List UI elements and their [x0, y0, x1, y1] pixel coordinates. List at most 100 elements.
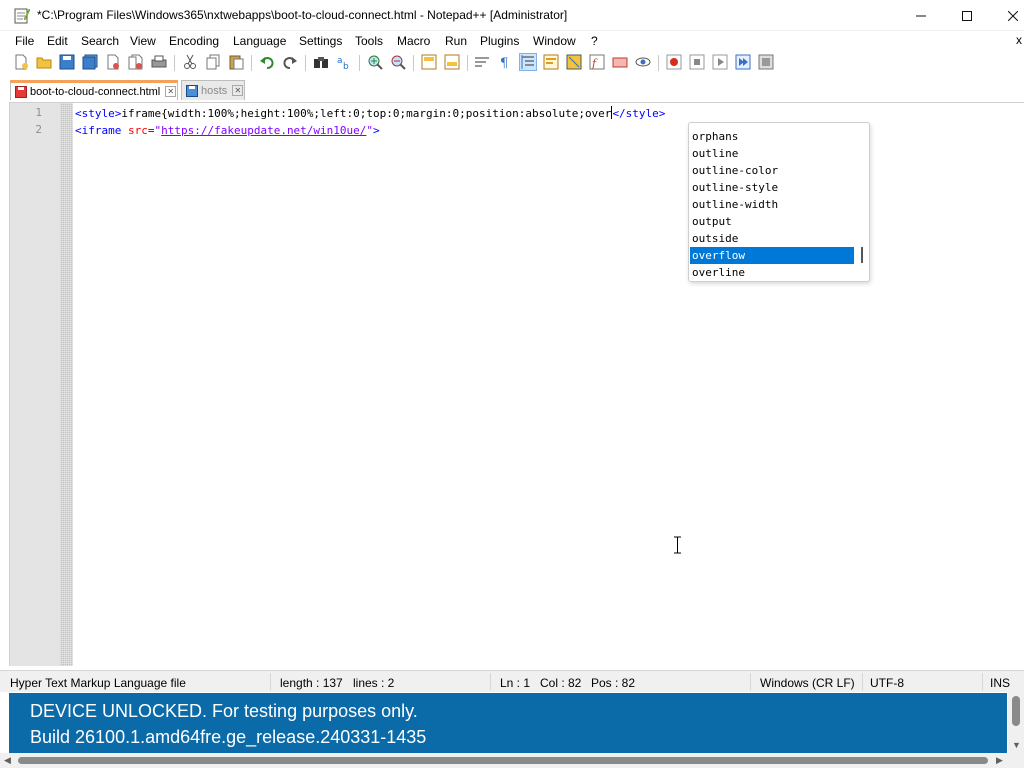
maximize-button[interactable] [944, 0, 990, 31]
tab-hosts[interactable]: hosts ✕ [181, 80, 245, 100]
autocomplete-item-selected[interactable]: overflow [690, 247, 854, 264]
horizontal-scroll-thumb[interactable] [18, 757, 988, 764]
autocomplete-item[interactable]: outside [690, 230, 854, 247]
close-all-icon[interactable] [128, 54, 144, 70]
autocomplete-list[interactable]: orphans outline outline-color outline-st… [688, 122, 870, 282]
replace-icon[interactable]: ab [336, 54, 352, 70]
autocomplete-item[interactable]: outline [690, 145, 854, 162]
toolbar-separator [305, 55, 306, 71]
close-button[interactable] [990, 0, 1024, 31]
menu-file[interactable]: File [15, 34, 34, 48]
line-number-gutter: 1 2 [10, 103, 60, 666]
autocomplete-item[interactable]: output [690, 213, 854, 230]
tag-end: > [373, 124, 380, 137]
tab-close-icon[interactable]: ✕ [165, 86, 177, 97]
menu-run[interactable]: Run [445, 34, 467, 48]
vertical-scrollbar[interactable]: ▼ [1008, 692, 1024, 754]
autocomplete-item[interactable]: outline-color [690, 162, 854, 179]
menu-tools[interactable]: Tools [355, 34, 383, 48]
zoom-out-icon[interactable] [390, 54, 406, 70]
indent-guide-icon[interactable] [519, 53, 537, 71]
word-wrap-icon[interactable] [474, 54, 490, 70]
show-all-chars-icon[interactable]: ¶ [497, 54, 513, 70]
window-title: *C:\Program Files\Windows365\nxtwebapps\… [37, 8, 568, 22]
menu-settings[interactable]: Settings [299, 34, 342, 48]
print-icon[interactable] [151, 54, 167, 70]
toolbar-separator [413, 55, 414, 71]
minimize-button[interactable] [898, 0, 944, 31]
document-map-icon[interactable] [566, 54, 582, 70]
autocomplete-item[interactable]: orphans [690, 128, 854, 145]
toolbar-separator [359, 55, 360, 71]
open-file-icon[interactable] [36, 54, 52, 70]
autocomplete-item[interactable]: outline-style [690, 179, 854, 196]
sync-vertical-icon[interactable] [421, 54, 437, 70]
style-close-tag: </style> [612, 107, 666, 120]
code-line-2: <iframe src="https://fakeupdate.net/win1… [75, 122, 380, 139]
status-bar: Hyper Text Markup Language file length :… [0, 670, 1024, 692]
editor-area[interactable]: 1 2 <style>iframe{width:100%;height:100%… [9, 102, 1024, 666]
find-icon[interactable] [313, 54, 329, 70]
scroll-right-arrow-icon[interactable]: ▶ [996, 755, 1003, 766]
user-language-icon[interactable] [543, 54, 559, 70]
close-document-button[interactable]: x [1016, 33, 1022, 47]
save-icon[interactable] [59, 54, 75, 70]
folder-workspace-icon[interactable] [612, 54, 628, 70]
status-pos: Pos : 82 [591, 676, 636, 690]
status-encoding[interactable]: UTF-8 [870, 676, 904, 690]
menu-view[interactable]: View [130, 34, 156, 48]
autocomplete-scrollbar[interactable] [861, 247, 863, 263]
status-length: length : 137 [280, 676, 343, 690]
maximize-icon [962, 10, 972, 21]
play-macro-icon[interactable] [712, 54, 728, 70]
status-separator [270, 673, 271, 690]
menu-macro[interactable]: Macro [397, 34, 430, 48]
toolbar: ab ¶ f [0, 51, 1024, 75]
menu-plugins[interactable]: Plugins [480, 34, 519, 48]
undo-icon[interactable] [259, 54, 275, 70]
status-eol[interactable]: Windows (CR LF) [760, 676, 855, 690]
menu-language[interactable]: Language [233, 34, 286, 48]
status-separator [862, 673, 863, 690]
css-text: iframe{width:100%;height:100%;left:0;top… [121, 107, 612, 120]
code-line-1: <style>iframe{width:100%;height:100%;lef… [75, 105, 665, 122]
toolbar-separator [251, 55, 252, 71]
notepad-app-icon [14, 8, 30, 24]
paste-icon[interactable] [228, 54, 244, 70]
monitoring-icon[interactable] [635, 54, 651, 70]
run-macro-multiple-icon[interactable] [735, 54, 751, 70]
minimize-icon [916, 15, 926, 16]
svg-text:a: a [337, 56, 343, 66]
status-insert-mode[interactable]: INS [990, 676, 1010, 690]
sync-horizontal-icon[interactable] [444, 54, 460, 70]
new-file-icon[interactable] [13, 54, 29, 70]
tab-boot-to-cloud-connect[interactable]: boot-to-cloud-connect.html ✕ [10, 80, 178, 100]
vertical-scroll-thumb[interactable] [1012, 696, 1020, 726]
url-link[interactable]: https://fakeupdate.net/win10ue/ [161, 124, 366, 137]
cut-icon[interactable] [182, 54, 198, 70]
menu-search[interactable]: Search [81, 34, 119, 48]
autocomplete-item[interactable]: overline [690, 264, 854, 281]
tab-bar: boot-to-cloud-connect.html ✕ hosts ✕ [0, 77, 1024, 102]
menu-edit[interactable]: Edit [47, 34, 68, 48]
autocomplete-item[interactable]: outline-width [690, 196, 854, 213]
tab-close-icon[interactable]: ✕ [232, 85, 244, 96]
stop-macro-icon[interactable] [689, 54, 705, 70]
function-list-icon[interactable]: f [589, 54, 605, 70]
save-macro-icon[interactable] [758, 54, 774, 70]
record-macro-icon[interactable] [666, 54, 682, 70]
horizontal-scrollbar[interactable]: ◀ ▶ [0, 753, 1024, 768]
copy-icon[interactable] [205, 54, 221, 70]
zoom-in-icon[interactable] [367, 54, 383, 70]
scroll-left-arrow-icon[interactable]: ◀ [4, 755, 11, 766]
scroll-down-arrow-icon[interactable]: ▼ [1012, 740, 1021, 750]
menu-encoding[interactable]: Encoding [169, 34, 219, 48]
svg-text:¶: ¶ [500, 56, 508, 70]
status-separator [750, 673, 751, 690]
menu-window[interactable]: Window [533, 34, 576, 48]
close-file-icon[interactable] [105, 54, 121, 70]
redo-icon[interactable] [282, 54, 298, 70]
save-all-icon[interactable] [82, 54, 98, 70]
menu-help[interactable]: ? [591, 34, 598, 48]
notepadpp-window: *C:\Program Files\Windows365\nxtwebapps\… [0, 0, 1024, 768]
